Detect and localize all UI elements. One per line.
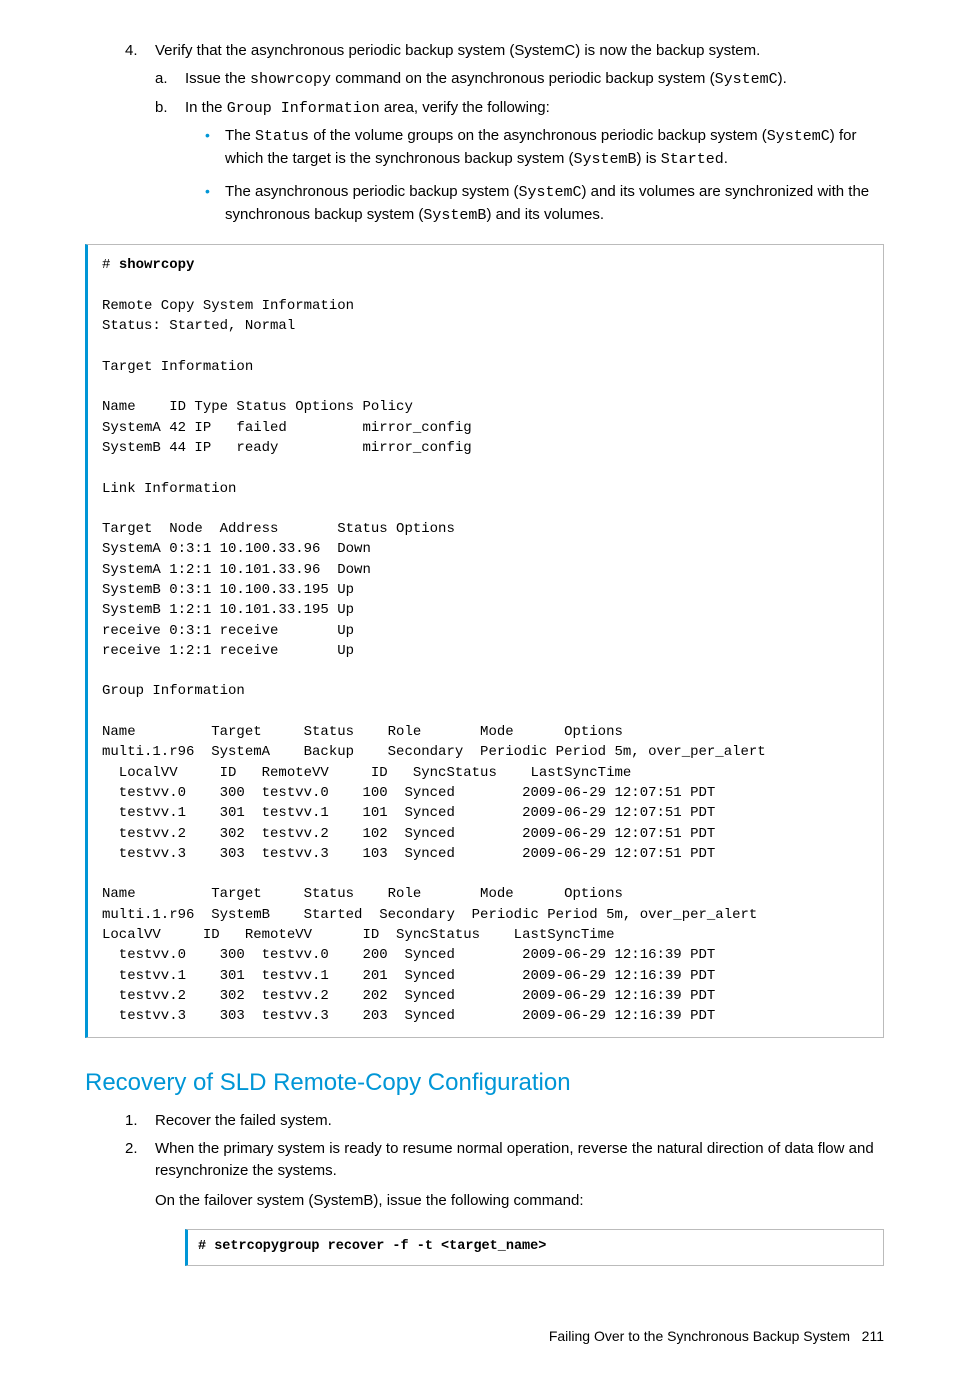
heading-recovery: Recovery of SLD Remote-Copy Configuratio…: [85, 1066, 884, 1101]
recovery-list: Recover the failed system. When the prim…: [85, 1110, 884, 1211]
step-4: Verify that the asynchronous periodic ba…: [155, 40, 884, 226]
step-4b: In the Group Information area, verify th…: [185, 97, 884, 227]
step-4b-bullets: The Status of the volume groups on the a…: [185, 125, 884, 226]
steps-list: Verify that the asynchronous periodic ba…: [85, 40, 884, 226]
bullet-1: The Status of the volume groups on the a…: [225, 125, 884, 171]
recovery-step-2-para: On the failover system (SystemB), issue …: [155, 1190, 884, 1212]
code-block-showrcopy: # showrcopy Remote Copy System Informati…: [85, 244, 884, 1037]
code-block-body: Remote Copy System Information Status: S…: [102, 298, 766, 1024]
footer-page: 211: [862, 1328, 884, 1344]
recovery-step-2: When the primary system is ready to resu…: [155, 1138, 884, 1211]
step-4-text: Verify that the asynchronous periodic ba…: [155, 42, 760, 59]
bullet-2: The asynchronous periodic backup system …: [225, 181, 884, 227]
footer-label: Failing Over to the Synchronous Backup S…: [549, 1328, 850, 1344]
recovery-step-1: Recover the failed system.: [155, 1110, 884, 1132]
step-4a: Issue the showrcopy command on the async…: [185, 68, 884, 91]
step-4-sublist: Issue the showrcopy command on the async…: [155, 68, 884, 227]
code-block-setrcopygroup: # setrcopygroup recover -f -t <target_na…: [185, 1229, 884, 1266]
page-footer: Failing Over to the Synchronous Backup S…: [85, 1326, 884, 1346]
